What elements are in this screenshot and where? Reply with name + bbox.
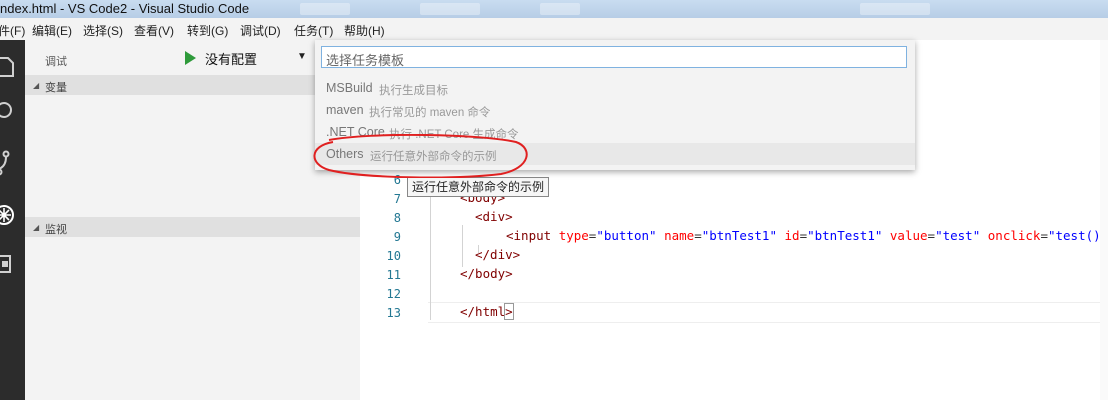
title-bar-blur	[420, 3, 480, 15]
task-search-placeholder: 选择任务模板	[326, 53, 405, 68]
code-token: "test()	[1047, 228, 1101, 243]
line-number: 13	[386, 306, 401, 320]
code-token: </html	[460, 304, 506, 319]
menu-file[interactable]: 件(F)	[0, 22, 25, 39]
code-token: >	[504, 303, 514, 320]
menu-help[interactable]: 帮助(H)	[344, 22, 385, 39]
task-item-desc: 执行生成目标	[379, 85, 448, 97]
extensions-icon[interactable]	[0, 248, 25, 278]
indent-guide	[430, 185, 431, 320]
title-bar-blur	[300, 3, 350, 15]
line-number: 10	[386, 249, 401, 263]
annotation-circle	[313, 134, 528, 178]
code-line-10: </div>	[475, 247, 521, 262]
debug-icon[interactable]	[0, 200, 25, 230]
line-number: 8	[393, 211, 401, 225]
debug-config-select[interactable]: 没有配置	[205, 49, 309, 67]
task-item-desc: 执行常见的 maven 命令	[369, 107, 491, 119]
code-token: <input	[506, 228, 552, 243]
line-number: 12	[386, 287, 401, 301]
activity-bar	[0, 40, 25, 400]
code-token: "test"	[935, 228, 981, 243]
chevron-down-icon: ◢	[33, 223, 40, 232]
menu-edit[interactable]: 编辑(E)	[32, 22, 72, 39]
watch-title: 监视	[45, 224, 67, 236]
tooltip: 运行任意外部命令的示例	[407, 177, 550, 197]
task-item-name: MSBuild	[326, 81, 373, 95]
chevron-down-icon[interactable]: ▼	[297, 51, 307, 62]
variables-title: 变量	[45, 82, 67, 94]
line-number: 9	[393, 230, 401, 244]
source-control-icon[interactable]	[0, 148, 25, 178]
code-token: "btnTest1"	[807, 228, 883, 243]
line-number: 7	[393, 192, 401, 206]
task-search-input[interactable]: 选择任务模板	[321, 46, 907, 68]
current-line-highlight	[428, 302, 1108, 323]
window-title-bar: ndex.html - VS Code2 - Visual Studio Cod…	[0, 0, 1108, 18]
code-token: "button"	[596, 228, 657, 243]
files-icon[interactable]	[0, 48, 25, 78]
debug-config-value: 没有配置	[205, 52, 258, 67]
code-token: id	[784, 228, 800, 243]
line-number: 11	[386, 268, 401, 282]
title-bar-blur	[540, 3, 580, 15]
code-line-13: </html>	[460, 303, 514, 320]
variables-section-header[interactable]: ◢ 变量	[25, 75, 360, 95]
task-item-maven[interactable]: maven 执行常见的 maven 命令	[315, 99, 915, 121]
play-icon[interactable]	[182, 50, 198, 66]
code-line-11: </body>	[460, 266, 513, 281]
title-bar-blur	[860, 3, 930, 15]
chevron-down-icon: ◢	[33, 81, 40, 90]
code-token: type	[558, 228, 589, 243]
window-title: ndex.html - VS Code2 - Visual Studio Cod…	[0, 1, 250, 16]
debug-sidebar: ◢ 变量 ◢ 监视	[25, 75, 360, 400]
code-token: onclick	[987, 228, 1041, 243]
menu-goto[interactable]: 转到(G)	[187, 22, 228, 39]
code-line-8: <div>	[475, 209, 513, 224]
search-icon[interactable]	[0, 96, 25, 126]
menu-bar: 件(F) 编辑(E) 选择(S) 查看(V) 转到(G) 调试(D) 任务(T)…	[0, 18, 1108, 41]
menu-view[interactable]: 查看(V)	[134, 22, 174, 39]
editor-scrollbar[interactable]	[1100, 40, 1108, 400]
menu-selection[interactable]: 选择(S)	[83, 22, 123, 39]
code-line-9: <input type="button" name="btnTest1" id=…	[506, 228, 1101, 243]
watch-section-header[interactable]: ◢ 监视	[25, 217, 360, 237]
task-item-name: maven	[326, 103, 364, 117]
code-token: value	[889, 228, 928, 243]
code-token: name	[664, 228, 695, 243]
menu-debug[interactable]: 调试(D)	[240, 22, 281, 39]
indent-guide	[462, 225, 463, 267]
debug-label: 调试	[45, 56, 67, 68]
code-token: "btnTest1"	[701, 228, 777, 243]
task-item-msbuild[interactable]: MSBuild 执行生成目标	[315, 77, 915, 99]
debug-toolbar: 调试 没有配置 ▼	[25, 40, 360, 75]
menu-tasks[interactable]: 任务(T)	[294, 22, 333, 39]
